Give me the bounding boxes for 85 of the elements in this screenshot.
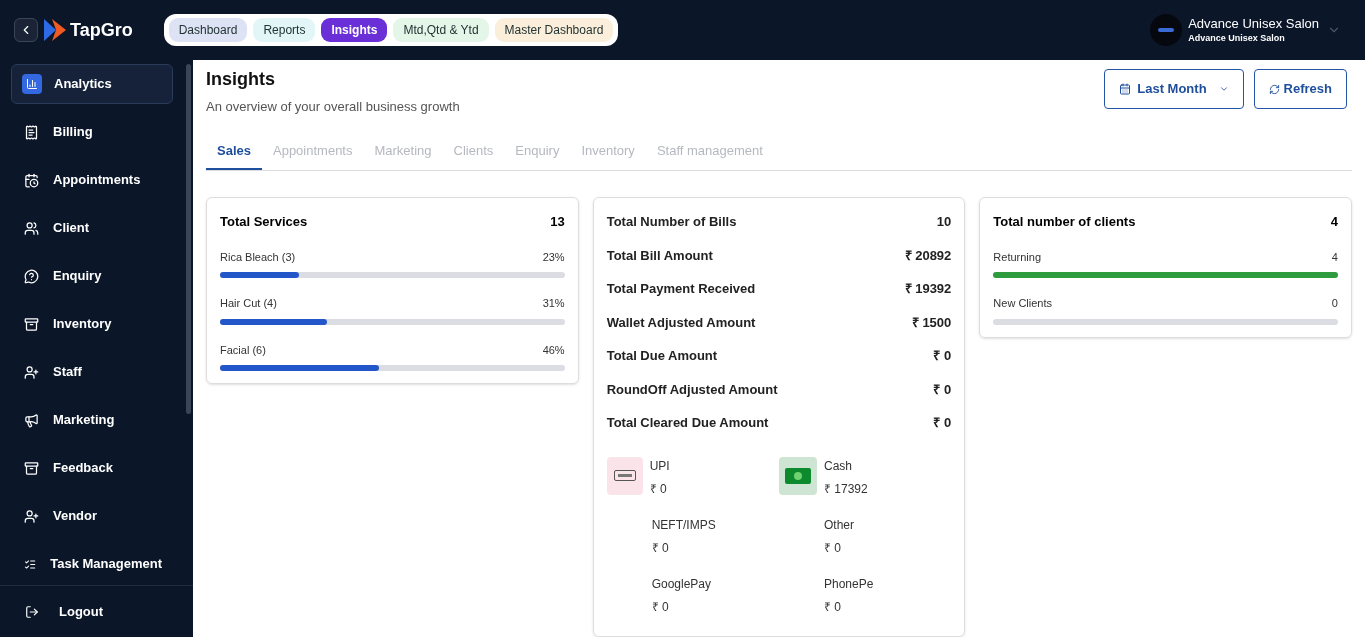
refresh-button[interactable]: Refresh xyxy=(1253,69,1347,109)
account-avatar xyxy=(1150,14,1183,46)
sidebar-item[interactable]: Client xyxy=(11,208,173,248)
bill-value: ₹ 0 xyxy=(933,414,952,432)
logout-icon xyxy=(25,604,39,619)
card-total: 4 xyxy=(1330,213,1338,231)
account-subtitle: Advance Unisex Salon xyxy=(1188,32,1286,44)
nav-pill[interactable]: Dashboard xyxy=(168,18,248,42)
sidebar-item[interactable]: Task Management xyxy=(11,544,173,584)
service-name: Facial (6) xyxy=(220,342,266,358)
payment-name: UPI xyxy=(649,457,670,475)
sidebar-item[interactable]: Billing xyxy=(11,112,173,152)
sidebar-item[interactable]: Appointments xyxy=(11,160,173,200)
nav-pill[interactable]: Insights xyxy=(321,18,388,42)
user-plus-icon xyxy=(24,364,39,380)
bill-value: 10 xyxy=(936,213,952,231)
banknote-icon xyxy=(779,456,817,495)
calendar-icon xyxy=(24,172,39,188)
receipt-icon xyxy=(24,124,39,140)
bill-value: ₹ 0 xyxy=(933,380,952,399)
payment-amount: ₹ 0 xyxy=(649,480,668,498)
client-count: 0 xyxy=(1331,296,1338,311)
bill-label: Total Bill Amount xyxy=(606,246,713,265)
sidebar-item[interactable]: Staff xyxy=(11,352,173,392)
payment-name: PhonePe xyxy=(824,575,874,593)
tab[interactable]: Sales xyxy=(206,140,262,170)
archive-box-icon xyxy=(24,460,39,476)
payment-name: Other xyxy=(824,516,854,534)
bill-label: Total Payment Received xyxy=(606,280,756,298)
period-dropdown[interactable]: Last Month xyxy=(1104,69,1244,109)
service-percent: 31% xyxy=(542,296,565,311)
payment-name: NEFT/IMPS xyxy=(651,516,716,534)
users-icon xyxy=(24,220,39,236)
client-type: New Clients xyxy=(993,296,1052,311)
card-title: Total Services xyxy=(220,213,308,231)
refresh-icon xyxy=(1268,83,1280,95)
service-name: Rica Bleach (3) xyxy=(220,249,296,265)
bill-label: Total Cleared Due Amount xyxy=(606,414,769,432)
logo-icon xyxy=(42,17,68,43)
payment-name: Cash xyxy=(824,457,853,475)
caret-icon xyxy=(1218,84,1229,94)
page-subtitle: An overview of your overall business growth xyxy=(206,98,460,116)
payment-amount: ₹ 0 xyxy=(824,598,842,616)
archive-box-icon xyxy=(24,316,39,332)
sidebar-item[interactable]: Marketing xyxy=(11,400,173,440)
sidebar-item[interactable]: Feedback xyxy=(11,448,173,488)
payment-amount: ₹ 17392 xyxy=(824,480,868,498)
bill-value: ₹ 0 xyxy=(933,347,952,365)
scrollbar-thumb[interactable] xyxy=(186,64,191,414)
question-bubble-icon xyxy=(24,268,39,284)
bill-value: ₹ 19392 xyxy=(904,280,952,298)
service-percent: 46% xyxy=(542,342,565,358)
megaphone-icon xyxy=(24,412,39,428)
bill-label: Wallet Adjusted Amount xyxy=(606,313,756,332)
service-name: Hair Cut (4) xyxy=(220,296,277,311)
sidebar-item[interactable]: Analytics xyxy=(11,64,173,104)
user-plus-icon xyxy=(24,508,39,524)
bill-value: ₹ 1500 xyxy=(911,313,952,332)
calendar-icon xyxy=(1119,83,1132,95)
payment-name: GooglePay xyxy=(651,575,712,593)
sidebar-item[interactable]: Enquiry xyxy=(11,256,173,296)
logout-button[interactable]: Logout xyxy=(59,601,104,622)
bill-label: Total Due Amount xyxy=(606,347,718,365)
card-icon xyxy=(606,456,643,495)
brand-name: TapGro xyxy=(70,18,133,42)
account-name: Advance Unisex Salon xyxy=(1188,16,1319,33)
client-type: Returning xyxy=(993,249,1042,265)
back-button[interactable] xyxy=(14,18,38,42)
client-count: 4 xyxy=(1331,249,1338,265)
payment-amount: ₹ 0 xyxy=(824,539,842,557)
page-title: Insights xyxy=(206,68,276,91)
card-title: Total number of clients xyxy=(993,213,1136,231)
sidebar-item[interactable]: Inventory xyxy=(11,304,173,344)
payment-amount: ₹ 0 xyxy=(651,539,670,557)
nav-pill[interactable]: Mtd,Qtd & Ytd xyxy=(393,18,489,42)
bill-label: RoundOff Adjusted Amount xyxy=(606,380,778,399)
nav-pill[interactable]: Master Dashboard xyxy=(494,18,614,42)
bill-label: Total Number of Bills xyxy=(606,213,737,231)
nav-pill[interactable]: Reports xyxy=(253,18,316,42)
card-total: 13 xyxy=(550,213,565,231)
sidebar-item[interactable]: Vendor xyxy=(11,496,173,536)
bill-value: ₹ 20892 xyxy=(904,246,952,265)
service-percent: 23% xyxy=(542,249,565,265)
payment-amount: ₹ 0 xyxy=(651,598,670,616)
bar-chart-icon xyxy=(22,74,42,94)
